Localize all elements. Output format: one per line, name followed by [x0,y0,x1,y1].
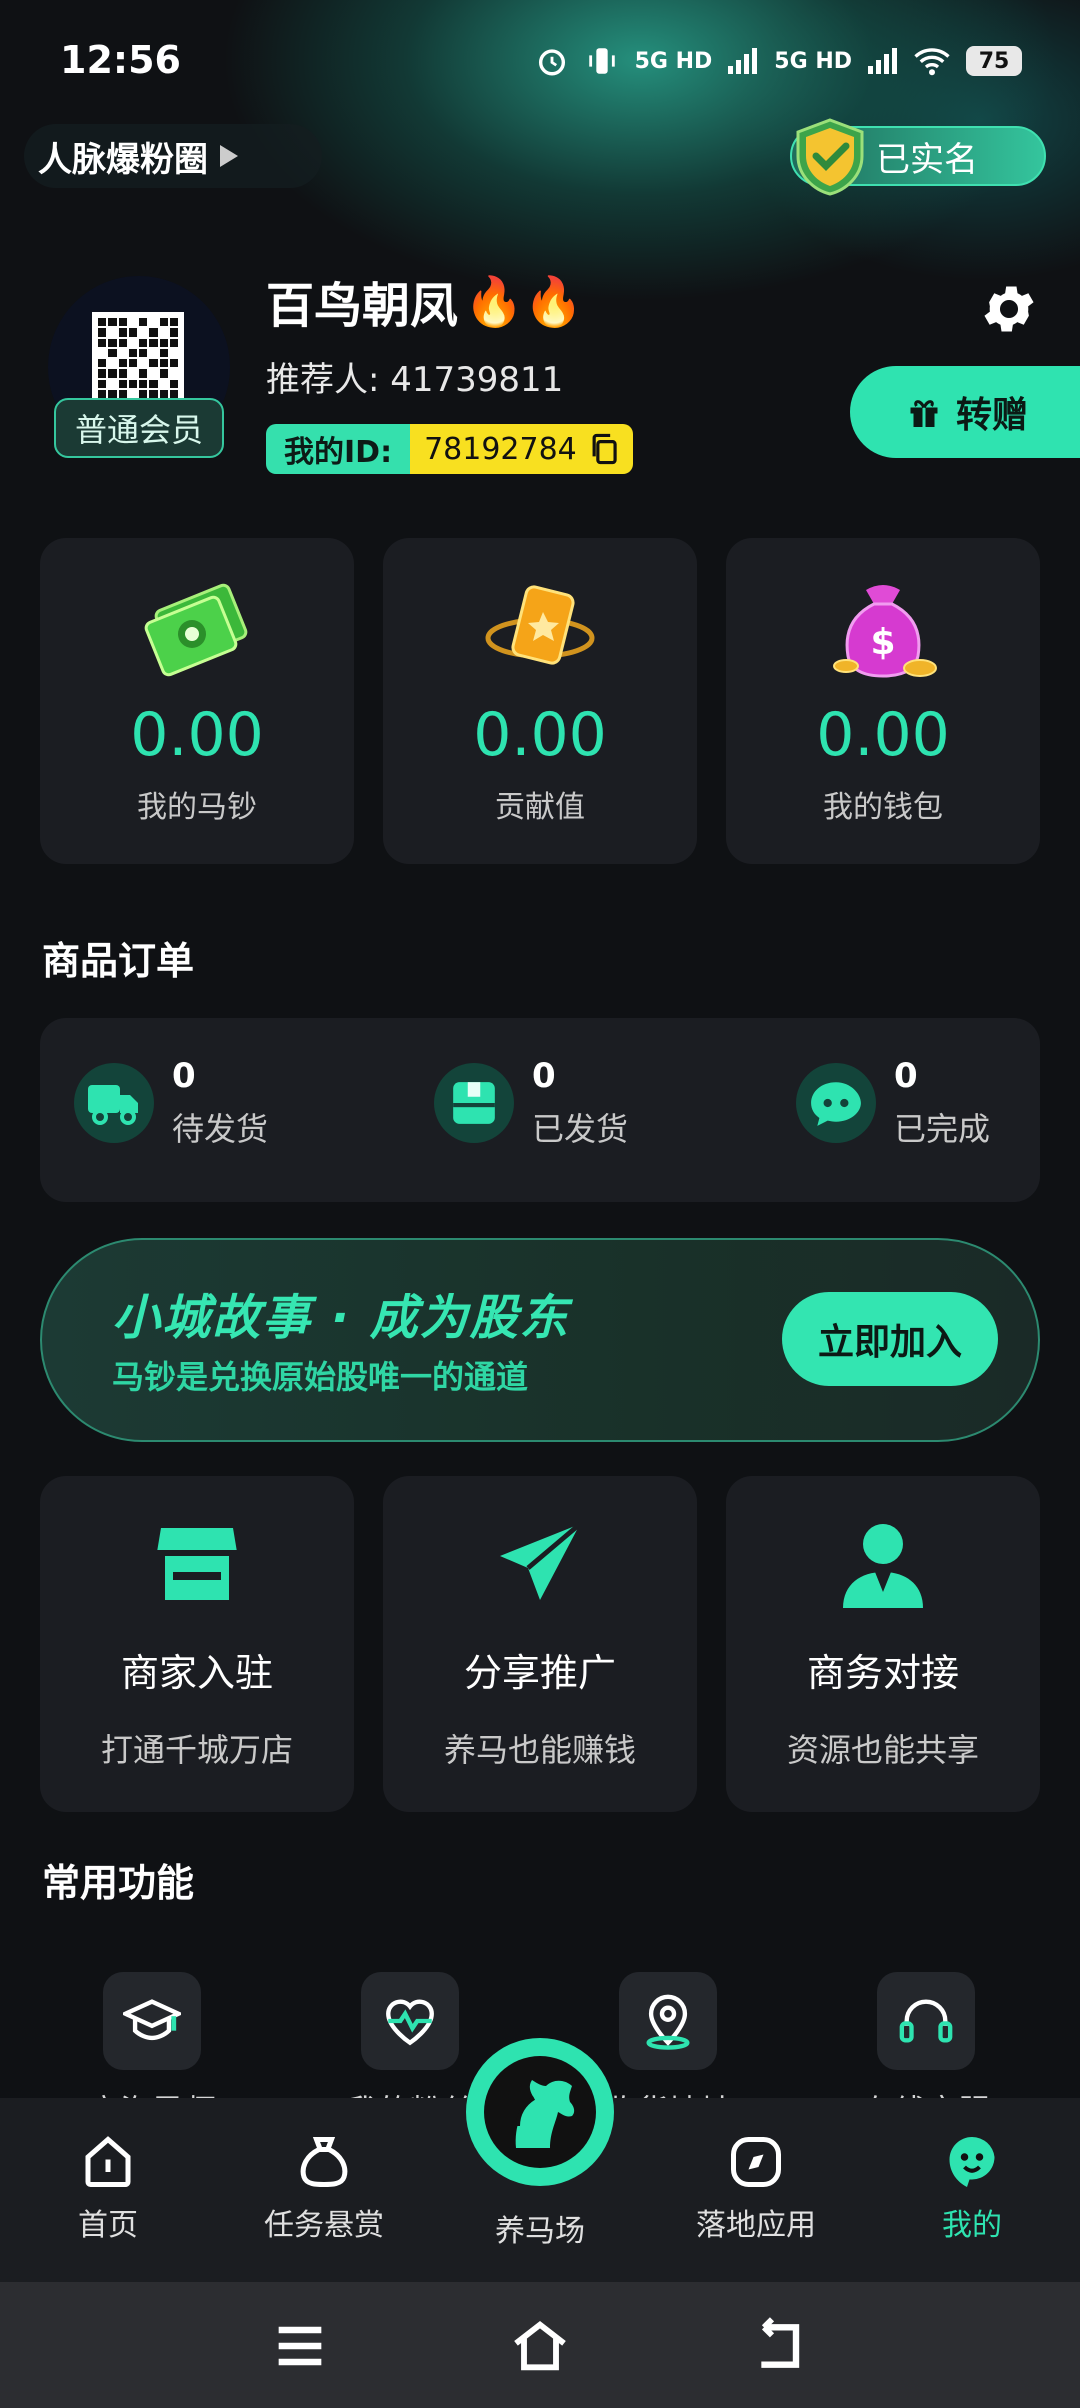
stat-value: 0.00 [130,700,264,770]
banner-title: 小城故事 · 成为股东 [112,1290,570,1346]
bag-icon [300,2137,348,2187]
truck-icon [74,1063,154,1143]
stat-card-contribution[interactable]: 0.00 贡献值 [383,538,697,864]
orders-section-title: 商品订单 [42,939,195,983]
feature-name: 商务对接 [806,1651,959,1695]
signal-label-2: 5G HD [774,48,852,74]
nav-label: 我的 [942,2208,1002,2243]
wifi-icon [914,48,950,76]
func-address-button[interactable] [619,1972,717,2070]
stat-label: 我的马钞 [137,790,257,825]
circle-entry-button[interactable]: 人脉爆粉圈 [24,124,322,188]
transfer-gift-button[interactable]: 转赠 [850,366,1080,458]
feature-card-share[interactable]: 分享推广 养马也能赚钱 [383,1476,697,1812]
alarm-icon [538,49,565,76]
signal-icon [868,48,897,74]
vibrate-icon [588,48,615,74]
user-id-box[interactable]: 我的ID: 78192784 [266,424,633,474]
nav-label: 任务悬赏 [264,2208,384,2243]
order-label: 已完成 [894,1110,991,1148]
order-count: 0 [894,1056,918,1096]
verified-label: 已实名 [876,139,978,180]
cash-icon [144,583,248,677]
stat-label: 贡献值 [495,790,585,825]
nav-item-apps[interactable]: 落地应用 [656,2132,856,2244]
referrer-text: 推荐人: 41739811 [266,360,564,400]
order-shipped[interactable]: 0 已发货 [434,1056,628,1150]
feature-card-business[interactable]: 商务对接 资源也能共享 [726,1476,1040,1812]
order-pending-shipment[interactable]: 0 待发货 [74,1056,268,1150]
horse-icon [484,2056,596,2168]
circle-label: 人脉爆粉圈 [38,139,208,180]
chat-bubble-icon [796,1063,876,1143]
home-system-icon[interactable] [508,2314,572,2378]
money-bag-icon: $ [833,585,937,678]
order-completed[interactable]: 0 已完成 [796,1056,990,1150]
gift-label: 转赠 [956,395,1029,436]
func-fans-button[interactable] [361,1972,459,2070]
func-support-button[interactable] [877,1972,975,2070]
fire-emoji-icon: 🔥🔥 [464,273,584,330]
shield-check-icon [796,118,864,196]
package-icon [434,1063,514,1143]
feature-desc: 打通千城万店 [100,1731,293,1769]
feature-desc: 养马也能赚钱 [443,1731,636,1769]
nav-item-tasks[interactable]: 任务悬赏 [224,2132,424,2244]
heart-pulse-icon [386,1999,434,2046]
feature-card-merchant[interactable]: 商家入驻 打通千城万店 [40,1476,354,1812]
banner-subtitle: 马钞是兑换原始股唯一的通道 [112,1358,529,1396]
back-icon[interactable] [748,2314,812,2378]
nav-label: 落地应用 [696,2208,816,2243]
nav-item-horse-farm[interactable] [466,2038,614,2186]
graduation-cap-icon [123,1999,181,2041]
compass-icon [731,2137,781,2187]
username-text: 百鸟朝凤 [266,278,459,334]
stat-label: 我的钱包 [823,790,943,825]
feature-desc: 资源也能共享 [786,1731,979,1769]
copy-icon[interactable] [589,433,619,465]
gold-card-icon [485,585,595,665]
svg-text:$: $ [870,622,895,663]
gift-icon [910,400,938,427]
nav-label: 首页 [78,2208,138,2243]
qr-code-icon [92,312,184,404]
member-level-badge: 普通会员 [54,398,224,458]
signal-label-1: 5G HD [634,48,713,74]
stat-card-wallet[interactable]: $ 0.00 我的钱包 [726,538,1040,864]
nav-label: 养马场 [495,2214,585,2249]
signal-icon [728,48,758,74]
settings-gear-icon[interactable] [978,278,1040,340]
feature-name: 商家入驻 [120,1651,273,1695]
store-icon [157,1528,237,1600]
id-value: 78192784 [424,431,577,467]
order-label: 已发货 [532,1110,629,1148]
support-agent-icon [843,1524,923,1608]
home-icon [85,2136,131,2187]
nav-item-home[interactable]: 首页 [8,2132,208,2244]
feature-name: 分享推广 [463,1651,616,1695]
order-count: 0 [532,1056,556,1096]
battery-icon: 75 [966,46,1022,76]
nav-item-mine[interactable]: 我的 [872,2132,1072,2244]
status-icons: 5G HD 5G HD 75 [535,44,1022,78]
menu-icon[interactable] [268,2314,332,2378]
id-label: 我的ID: [266,424,411,474]
profile-face-icon [949,2136,995,2187]
paper-plane-icon [500,1522,582,1600]
status-time: 12:56 [60,38,181,82]
order-count: 0 [172,1056,196,1096]
stat-value: 0.00 [473,700,607,770]
common-section-title: 常用功能 [42,1861,195,1905]
join-now-button[interactable]: 立即加入 [782,1292,998,1386]
order-label: 待发货 [172,1110,269,1148]
location-pin-icon [646,1994,690,2050]
stat-card-horse-cash[interactable]: 0.00 我的马钞 [40,538,354,864]
headset-icon [899,1999,953,2043]
username: 百鸟朝凤 🔥🔥 [266,266,584,336]
func-mentor-button[interactable] [103,1972,201,2070]
id-value-wrap: 78192784 [410,424,633,474]
play-arrow-icon [220,145,238,167]
stat-value: 0.00 [816,700,950,770]
